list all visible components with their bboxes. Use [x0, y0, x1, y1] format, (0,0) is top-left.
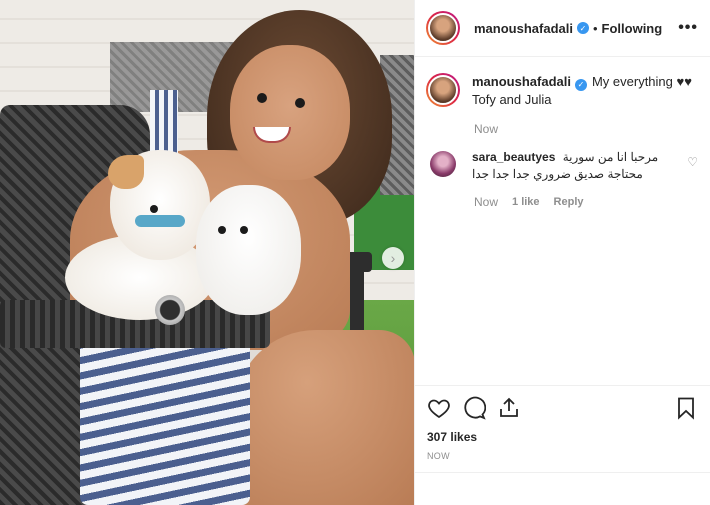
caption: manoushafadali ✓ My everything ♥♥ Tofy and…	[426, 73, 698, 108]
avatar[interactable]	[426, 11, 460, 45]
avatar-image	[428, 13, 458, 43]
action-icons	[427, 396, 698, 420]
likes-count[interactable]: 307 likes	[427, 430, 698, 444]
caption-username[interactable]: manoushafadali	[472, 74, 571, 89]
post-side-panel: manoushafadali ✓ • Following ••• manoush…	[414, 0, 710, 505]
woman-legs	[235, 330, 414, 505]
comment-icon[interactable]	[462, 396, 487, 420]
add-comment-area[interactable]	[415, 472, 710, 505]
more-options-icon[interactable]: •••	[678, 19, 698, 37]
instagram-post: › manoushafadali ✓ • Following ••• manou…	[0, 0, 710, 505]
caption-line-2: Tofy and Julia	[472, 91, 552, 107]
post-timestamp: NOW	[427, 451, 450, 461]
comment-username[interactable]: sara_beautyes	[472, 150, 555, 164]
comment-item: sara_beautyes مرحبا انا من سورية محتاجة …	[426, 149, 698, 183]
comment-line-1: مرحبا انا من سورية	[562, 149, 659, 164]
chevron-right-icon[interactable]: ›	[382, 247, 404, 269]
header-separator: •	[592, 20, 598, 36]
dog-eye	[240, 226, 248, 234]
caption-avatar[interactable]	[426, 73, 460, 107]
post-actions: 307 likes NOW	[415, 385, 710, 472]
dog-eye	[218, 226, 226, 234]
avatar-image	[428, 75, 458, 105]
comment-time: Now	[474, 194, 499, 209]
comment-heart-icon[interactable]: ♡	[687, 155, 698, 183]
comments-section: manoushafadali ✓ My everything ♥♥ Tofy and…	[415, 57, 710, 385]
following-button[interactable]: Following	[602, 21, 663, 36]
wrist-watch	[155, 295, 185, 325]
caption-time: Now	[474, 121, 499, 136]
dog-collar	[135, 215, 185, 227]
post-header: manoushafadali ✓ • Following •••	[415, 0, 710, 57]
reply-button[interactable]: Reply	[554, 196, 584, 208]
comment-meta: Now 1 like Reply	[474, 195, 698, 209]
comment-likes[interactable]: 1 like	[512, 196, 540, 208]
comment-line-2: محتاجة صديق ضروري جدا جدا جدا	[472, 166, 643, 181]
post-photo[interactable]: ›	[0, 0, 414, 505]
share-icon[interactable]	[497, 396, 521, 420]
striped-dress	[80, 330, 250, 505]
chihuahua-ear	[108, 155, 144, 189]
verified-badge-icon: ✓	[574, 78, 587, 91]
bookmark-icon[interactable]	[674, 396, 698, 420]
woman-eye-right	[295, 98, 305, 108]
comment-text: sara_beautyes مرحبا انا من سورية محتاجة …	[472, 149, 662, 183]
woman-eye-left	[257, 93, 267, 103]
caption-text: manoushafadali ✓ My everything ♥♥ Tofy and…	[472, 73, 692, 108]
commenter-avatar[interactable]	[430, 150, 456, 177]
heart-icon[interactable]	[427, 396, 451, 420]
header-username[interactable]: manoushafadali	[474, 21, 573, 36]
caption-line-1: My everything ♥♥	[591, 74, 692, 89]
woman-face	[230, 45, 350, 180]
dog-eye	[150, 205, 158, 213]
verified-badge-icon: ✓	[576, 22, 589, 34]
chihuahua-julia	[196, 185, 301, 315]
